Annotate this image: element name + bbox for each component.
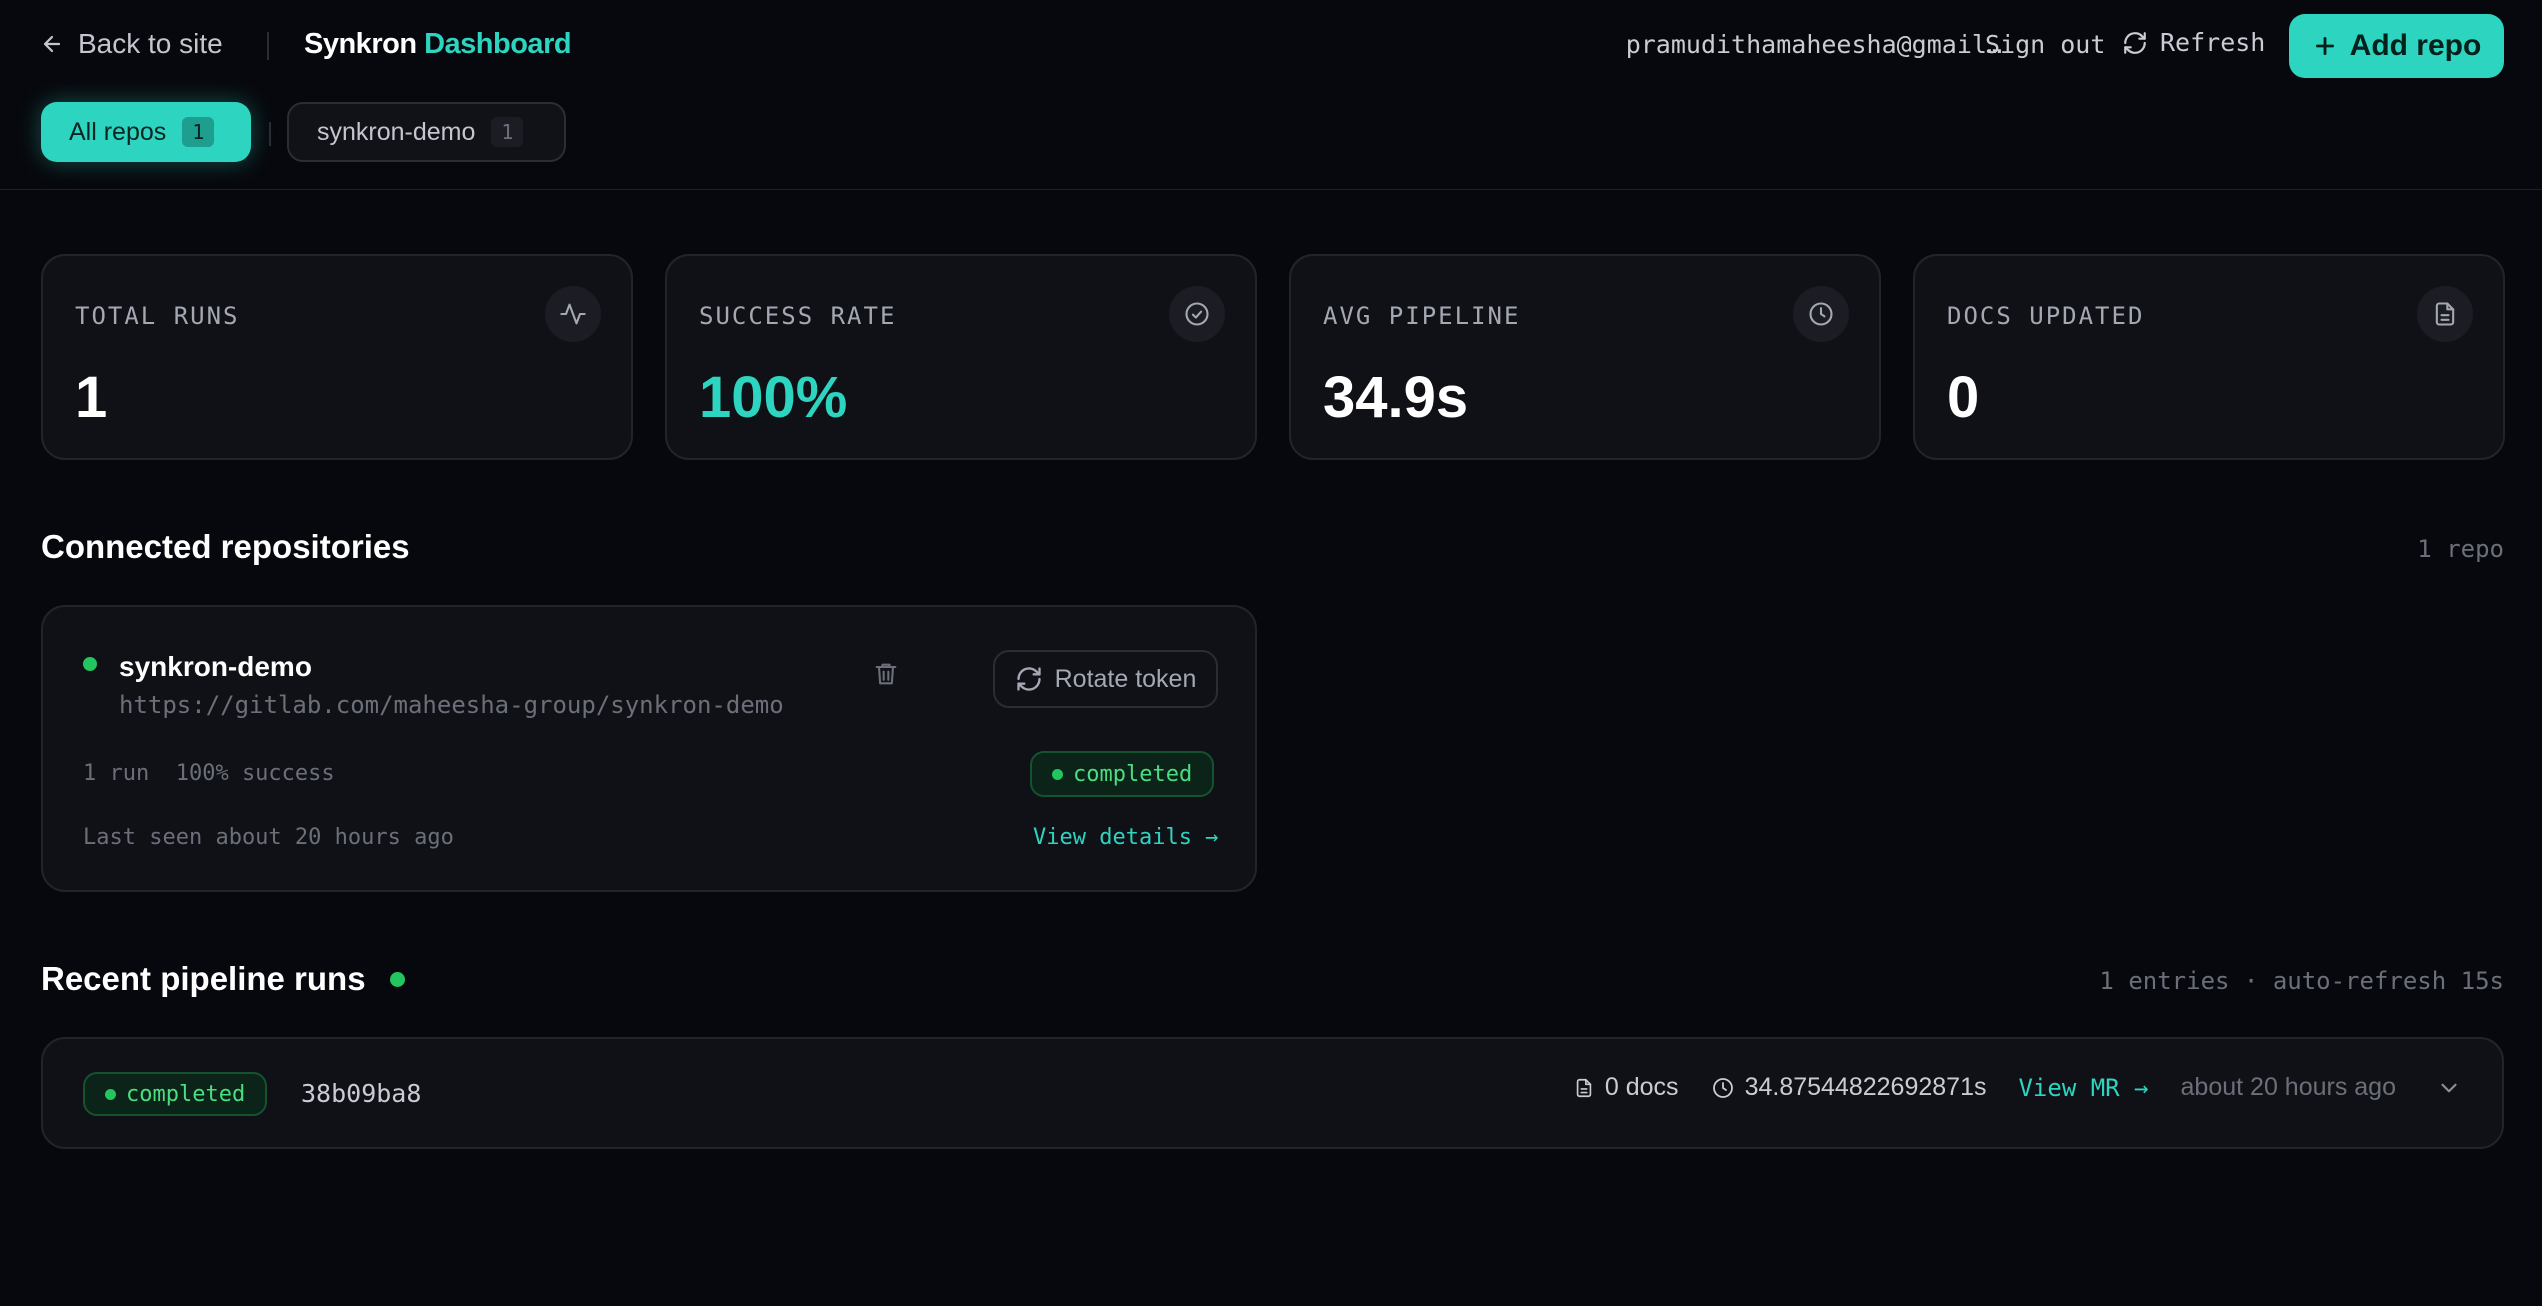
sign-out-button[interactable]: Sign out [1985, 30, 2105, 59]
activity-icon [545, 286, 601, 342]
stat-card-avg-pipeline: AVG PIPELINE 34.9s [1289, 254, 1881, 460]
repo-name: synkron-demo [119, 651, 312, 682]
stat-value: 34.9s [1323, 365, 1469, 430]
status-dot [1052, 768, 1063, 780]
tab-count: 1 [182, 117, 215, 147]
top-header: Back to site Synkron Dashboard pramudith… [0, 0, 2542, 190]
trash-icon[interactable] [872, 659, 900, 689]
runs-title-label: Recent pipeline runs [41, 960, 366, 997]
user-email: pramudithamaheesha@gmail… [1625, 30, 2002, 59]
last-seen: Last seen about 20 hours ago [83, 825, 454, 850]
docs-count: 0 docs [1604, 1073, 1679, 1101]
stat-card-docs-updated: DOCS UPDATED 0 [1913, 254, 2505, 460]
refresh-label: Refresh [2160, 28, 2266, 57]
plus-icon [2312, 33, 2338, 59]
back-label: Back to site [78, 28, 223, 59]
repo-card: synkron-demo https://gitlab.com/maheesha… [41, 605, 1257, 892]
tab-label: synkron-demo [317, 117, 476, 146]
duration-value: 34.87544822692871s [1744, 1073, 1987, 1101]
chevron-down-icon[interactable] [2436, 1075, 2462, 1101]
divider [267, 32, 269, 60]
stat-label: TOTAL RUNS [75, 302, 240, 330]
repo-stats: 1 run 100% success [83, 761, 335, 786]
view-details-link[interactable]: View details → [1033, 825, 1218, 850]
repo-status-dot [83, 657, 97, 671]
stat-label: SUCCESS RATE [699, 302, 897, 330]
check-circle-icon [1169, 286, 1225, 342]
tab-label: All repos [69, 117, 167, 146]
rotate-token-button[interactable]: Rotate token [993, 650, 1218, 708]
tab-synkron-demo[interactable]: synkron-demo 1 [269, 102, 566, 162]
tab-count: 1 [491, 117, 524, 147]
refresh-button[interactable]: Refresh [2122, 28, 2265, 57]
run-duration: 34.87544822692871s [1711, 1073, 1987, 1102]
brand-title: Synkron Dashboard [304, 28, 572, 61]
status-badge: completed [1030, 751, 1215, 797]
run-details: 0 docs 34.87544822692871s View MR → abou… [1573, 1073, 2462, 1102]
status-label: completed [126, 1081, 246, 1107]
stat-card-success-rate: SUCCESS RATE 100% [665, 254, 1257, 460]
commit-hash: 38b09ba8 [301, 1079, 422, 1108]
add-repo-button[interactable]: Add repo [2289, 14, 2504, 78]
run-docs: 0 docs [1573, 1073, 1679, 1102]
repo-url: https://gitlab.com/maheesha-group/synkro… [119, 691, 784, 719]
run-time: about 20 hours ago [2180, 1073, 2396, 1101]
repo-filter-tabs: All repos 1 synkron-demo 1 [41, 102, 566, 162]
stat-label: AVG PIPELINE [1323, 302, 1521, 330]
stat-value: 100% [699, 365, 848, 430]
document-icon [2417, 286, 2473, 342]
tab-all-repos[interactable]: All repos 1 [41, 102, 251, 162]
status-badge: completed [83, 1072, 268, 1116]
stat-value: 1 [75, 365, 108, 430]
refresh-icon [1015, 665, 1043, 693]
status-dot [105, 1088, 116, 1100]
stat-label: DOCS UPDATED [1947, 302, 2145, 330]
runs-meta: 1 entries · auto-refresh 15s [2099, 967, 2504, 995]
add-repo-label: Add repo [2349, 29, 2482, 62]
repo-count: 1 repo [2417, 535, 2504, 563]
section-title-repos: Connected repositories [41, 528, 410, 565]
brand-name: Synkron [304, 28, 417, 60]
pipeline-run-row[interactable]: completed 38b09ba8 0 docs 34.87544822692… [41, 1037, 2504, 1149]
back-to-site-link[interactable]: Back to site [40, 28, 223, 60]
stat-card-total-runs: TOTAL RUNS 1 [41, 254, 633, 460]
stat-value: 0 [1947, 365, 1980, 430]
brand-suffix: Dashboard [424, 28, 572, 60]
clock-icon [1793, 286, 1849, 342]
clock-icon [1711, 1076, 1735, 1100]
live-indicator-dot [389, 971, 405, 987]
refresh-icon [2122, 30, 2148, 56]
rotate-token-label: Rotate token [1054, 664, 1197, 693]
document-icon [1573, 1076, 1595, 1100]
view-mr-link[interactable]: View MR → [2018, 1074, 2148, 1102]
arrow-left-icon [40, 32, 64, 56]
status-label: completed [1073, 761, 1193, 787]
section-title-runs: Recent pipeline runs [41, 960, 405, 998]
